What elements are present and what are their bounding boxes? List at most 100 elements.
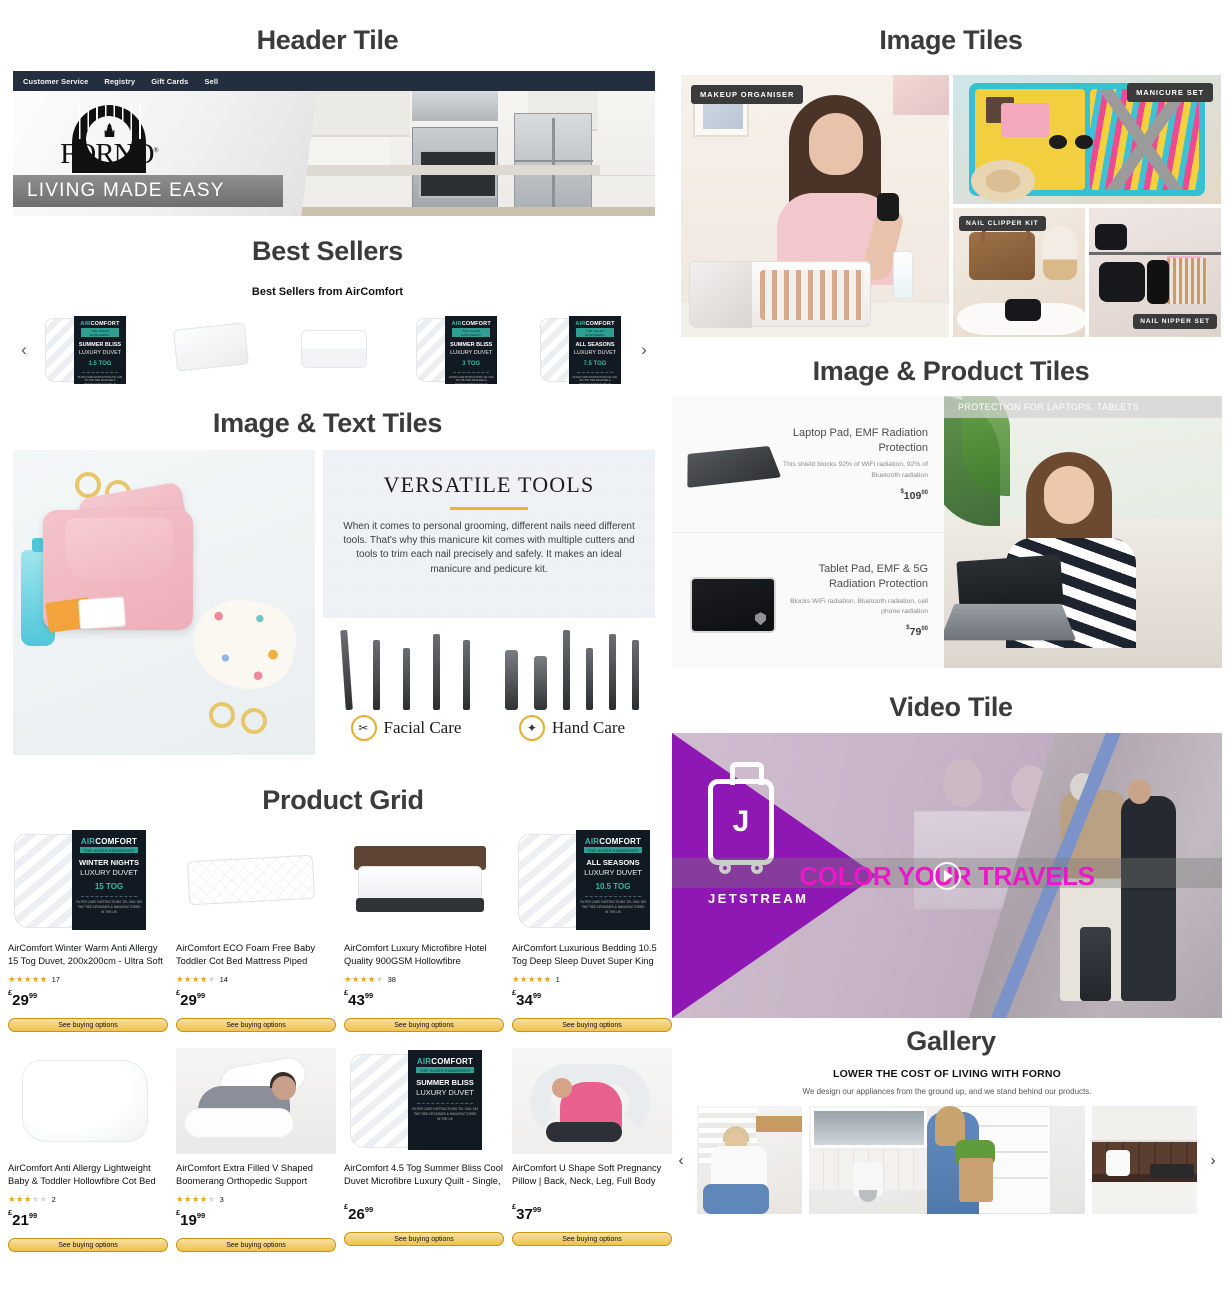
- list-item[interactable]: AIRCOMFORT THE SLEEP ENGINEERS SUMMER BL…: [410, 314, 505, 386]
- aircomfort-box: AIRCOMFORT THE SLEEP ENGINEERS ALL SEASO…: [576, 830, 650, 930]
- product-rating[interactable]: ★★★★★ 17: [8, 974, 168, 985]
- product-price: £2699: [344, 1202, 374, 1223]
- review-count[interactable]: 14: [220, 975, 228, 984]
- product-tile-tablet-pad[interactable]: Tablet Pad, EMF & 5G Radiation Protectio…: [672, 531, 944, 669]
- product-title[interactable]: AirComfort Anti Allergy Lightweight Baby…: [8, 1162, 168, 1189]
- product-rating[interactable]: ★★★★★ 2: [8, 1194, 168, 1205]
- product-price: £2199: [8, 1208, 38, 1229]
- product-title[interactable]: AirComfort 4.5 Tog Summer Bliss Cool Duv…: [344, 1162, 504, 1189]
- list-item[interactable]: [163, 314, 258, 386]
- product-title[interactable]: AirComfort Luxurious Bedding 10.5 Tog De…: [512, 942, 672, 969]
- product-title[interactable]: AirComfort U Shape Soft Pregnancy Pillow…: [512, 1162, 672, 1189]
- text-tile[interactable]: VERSATILE TOOLS When it comes to persona…: [323, 450, 655, 755]
- product-card[interactable]: AirComfort Extra Filled V Shaped Boomera…: [176, 1048, 344, 1268]
- product-rating[interactable]: ★★★★★ 1: [512, 974, 672, 985]
- product-title[interactable]: AirComfort Extra Filled V Shaped Boomera…: [176, 1162, 336, 1189]
- aircomfort-box: AIRCOMFORT THE SLEEP ENGINEERS SUMMER BL…: [408, 1050, 482, 1150]
- gallery-thumb[interactable]: [697, 1106, 802, 1214]
- product-grid-row: AirComfort Anti Allergy Lightweight Baby…: [8, 1048, 680, 1268]
- image-tile-makeup-organiser[interactable]: MAKEUP ORGANISER: [681, 75, 949, 337]
- brand-initial: J: [732, 805, 750, 838]
- aircomfort-box: AIRCOMFORT THE SLEEP ENGINEERS ALL SEASO…: [569, 316, 621, 386]
- carousel-prev-icon[interactable]: ‹: [13, 340, 35, 360]
- product-card[interactable]: AIRCOMFORT THE SLEEP ENGINEERS ALL SEASO…: [512, 828, 680, 1048]
- product-tile-title: Tablet Pad, EMF & 5G Radiation Protectio…: [818, 563, 928, 591]
- mattress-image: [172, 322, 249, 372]
- list-item[interactable]: AIRCOMFORT THE SLEEP ENGINEERS SUMMER BL…: [39, 314, 134, 386]
- product-card[interactable]: AirComfort U Shape Soft Pregnancy Pillow…: [512, 1048, 680, 1268]
- list-item[interactable]: [287, 314, 382, 386]
- header-tagline: LIVING MADE EASY: [27, 180, 225, 201]
- gallery-heading: LOWER THE COST OF LIVING WITH FORNO: [832, 1068, 1062, 1080]
- image-tile-nail-nipper-set[interactable]: NAIL NIPPER SET: [1089, 208, 1221, 337]
- forno-arch-icon: [72, 105, 146, 139]
- lifestyle-image-tile[interactable]: [13, 450, 315, 755]
- see-buying-options-button[interactable]: See buying options: [176, 1018, 336, 1032]
- carousel-next-icon[interactable]: ›: [633, 340, 655, 360]
- gallery-carousel: ‹ ›: [672, 1106, 1222, 1214]
- hoop-earring-icon: [209, 702, 235, 728]
- best-sellers-carousel[interactable]: ‹ AIRCOMFORT THE SLEEP ENGINEERS SUMMER …: [13, 310, 655, 390]
- header-tile[interactable]: Customer Service Registry Gift Cards Sel…: [13, 71, 655, 216]
- straw-hat-image: [971, 160, 1035, 202]
- see-buying-options-button[interactable]: See buying options: [512, 1232, 672, 1246]
- gallery-prev-icon[interactable]: ‹: [672, 1152, 690, 1169]
- product-title[interactable]: AirComfort Winter Warm Anti Allergy 15 T…: [8, 942, 168, 969]
- tile-label-makeup-organiser: MAKEUP ORGANISER: [691, 85, 804, 104]
- header-tagline-bar: LIVING MADE EASY: [13, 175, 283, 207]
- best-sellers-subtitle: Best Sellers from AirComfort: [251, 286, 404, 298]
- gallery: LOWER THE COST OF LIVING WITH FORNO We d…: [672, 1068, 1222, 1228]
- product-tile-desc: Blocks WiFi radiation, Bluetooth radiati…: [790, 597, 928, 616]
- review-count[interactable]: 3: [220, 1195, 224, 1204]
- video-tile[interactable]: J JETSTREAM COLOR YOUR TRAVELS: [672, 733, 1222, 1018]
- see-buying-options-button[interactable]: See buying options: [344, 1232, 504, 1246]
- product-title[interactable]: AirComfort Luxury Microfibre Hotel Quali…: [344, 942, 504, 969]
- product-card[interactable]: AIRCOMFORT THE SLEEP ENGINEERS SUMMER BL…: [344, 1048, 512, 1268]
- product-card[interactable]: AirComfort Luxury Microfibre Hotel Quali…: [344, 828, 512, 1048]
- hoop-earring-icon: [241, 708, 267, 734]
- lifestyle-image-laptop[interactable]: PROTECTION FOR LAPTOPS, TABLETS: [944, 396, 1222, 668]
- image-tile-nail-clipper-kit[interactable]: NAIL CLIPPER KIT: [953, 208, 1085, 337]
- product-price: £3799: [512, 1202, 542, 1223]
- gallery-thumb[interactable]: [809, 1106, 1085, 1214]
- product-image: AIRCOMFORT THE SLEEP ENGINEERS WINTER NI…: [8, 828, 168, 934]
- kitchen-photo: [300, 91, 655, 216]
- product-tile-price: $7900: [906, 625, 928, 639]
- image-tile-manicure-set[interactable]: MANICURE SET: [953, 75, 1221, 204]
- list-item[interactable]: AIRCOMFORT THE SLEEP ENGINEERS ALL SEASO…: [534, 314, 629, 386]
- product-card[interactable]: AirComfort Anti Allergy Lightweight Baby…: [8, 1048, 176, 1268]
- star-icon: ★★★★★: [344, 974, 384, 984]
- hand-care-half: ✦ Hand Care: [489, 618, 655, 755]
- see-buying-options-button[interactable]: See buying options: [8, 1238, 168, 1252]
- nav-item-customer-service[interactable]: Customer Service: [23, 77, 88, 86]
- product-price: £2999: [8, 988, 38, 1009]
- product-rating[interactable]: ★★★★★ 38: [344, 974, 504, 985]
- review-count[interactable]: 2: [52, 1195, 56, 1204]
- nav-item-sell[interactable]: Sell: [204, 77, 218, 86]
- gallery-thumb[interactable]: [1092, 1106, 1197, 1214]
- facial-care-half: ✂ Facial Care: [323, 618, 489, 755]
- play-icon[interactable]: [933, 861, 961, 890]
- product-tile-price: $10900: [900, 488, 928, 502]
- product-rating[interactable]: ★★★★★ 14: [176, 974, 336, 985]
- protection-banner-text: PROTECTION FOR LAPTOPS, TABLETS: [958, 402, 1139, 412]
- floral-scarf-image: [184, 590, 304, 698]
- section-heading-gallery: Gallery: [906, 1026, 996, 1056]
- jetstream-wordmark: JETSTREAM: [708, 891, 809, 906]
- product-card[interactable]: AirComfort ECO Foam Free Baby Toddler Co…: [176, 828, 344, 1048]
- product-rating[interactable]: ★★★★★ 3: [176, 1194, 336, 1205]
- nav-item-registry[interactable]: Registry: [104, 77, 135, 86]
- see-buying-options-button[interactable]: See buying options: [176, 1238, 336, 1252]
- header-nav[interactable]: Customer Service Registry Gift Cards Sel…: [13, 71, 655, 91]
- see-buying-options-button[interactable]: See buying options: [512, 1018, 672, 1032]
- product-title[interactable]: AirComfort ECO Foam Free Baby Toddler Co…: [176, 942, 336, 969]
- review-count[interactable]: 38: [388, 975, 396, 984]
- review-count[interactable]: 1: [556, 975, 560, 984]
- review-count[interactable]: 17: [52, 975, 60, 984]
- see-buying-options-button[interactable]: See buying options: [8, 1018, 168, 1032]
- product-card[interactable]: AIRCOMFORT THE SLEEP ENGINEERS WINTER NI…: [8, 828, 176, 1048]
- see-buying-options-button[interactable]: See buying options: [344, 1018, 504, 1032]
- gallery-next-icon[interactable]: ›: [1204, 1152, 1222, 1169]
- product-tile-laptop-pad[interactable]: Laptop Pad, EMF Radiation Protection Thi…: [672, 396, 944, 532]
- nav-item-gift-cards[interactable]: Gift Cards: [151, 77, 188, 86]
